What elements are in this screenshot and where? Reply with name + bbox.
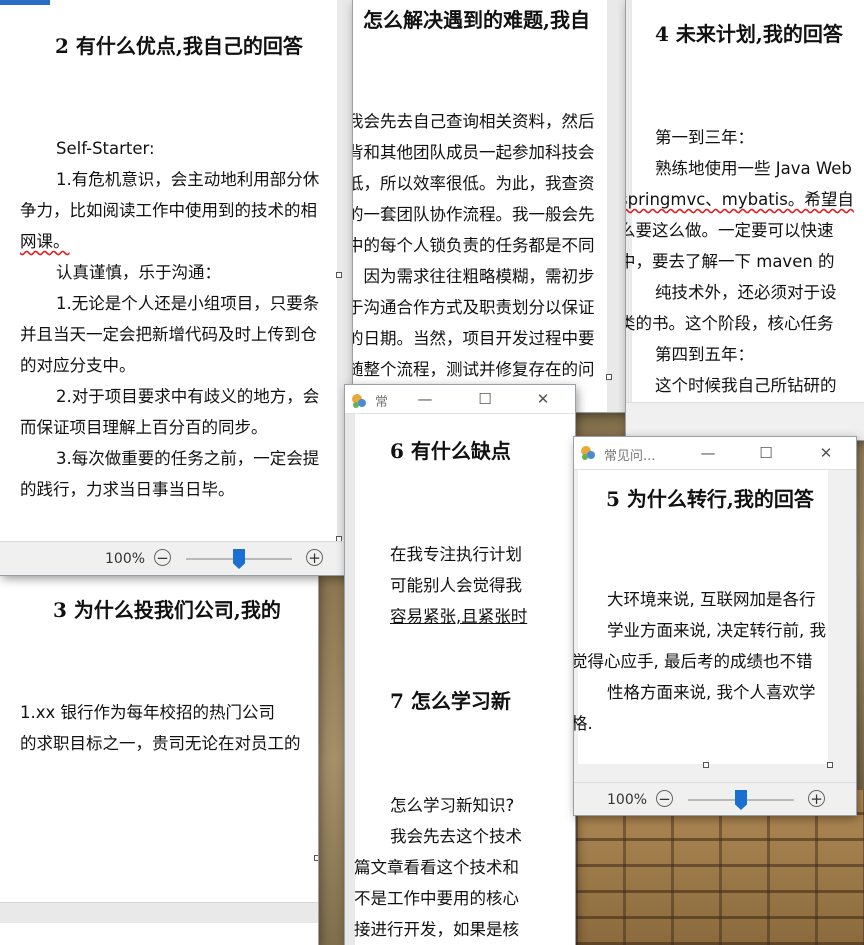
- text-line: 觉得心应手, 最后考的成绩也不错: [574, 652, 813, 671]
- accent-bar: [0, 0, 50, 5]
- text-line: 篇文章看看这个技术和: [354, 858, 519, 877]
- text-line: 争力，比如阅读工作中使用到的技术的相: [20, 201, 317, 220]
- q6-title-bar[interactable]: 常 — ☐ ✕: [345, 385, 575, 414]
- zoom-level: 100%: [607, 792, 648, 808]
- window-title: 常见问...: [604, 449, 656, 464]
- text-line: 背和其他团队成员一起参加科技会: [353, 143, 595, 162]
- resize-handle[interactable]: [703, 762, 709, 768]
- zoom-in-button[interactable]: +: [808, 790, 825, 807]
- text-line: 的对应分支中。: [20, 356, 136, 375]
- text-line: 1.无论是个人还是小组项目，只要条: [56, 294, 320, 313]
- text-line: 第一到三年：: [655, 128, 754, 147]
- note-window-q3[interactable]: 3 为什么投我们公司,我的 1.xx 银行作为每年校招的热门公司的求职目标之一，…: [0, 572, 318, 945]
- text-line: 的求职目标之一，贵司无论在对员工的: [20, 734, 301, 753]
- text-line: ，因为需求往往粗略模糊，需初步: [353, 267, 595, 286]
- resize-handle[interactable]: [314, 855, 318, 861]
- zoom-out-button[interactable]: −: [656, 790, 673, 807]
- text-line: 学业方面来说, 决定转行前, 我: [607, 621, 826, 640]
- resize-handle[interactable]: [606, 374, 612, 380]
- text-line: 这个时候我自己所钻研的: [655, 376, 837, 395]
- text-line: 大环境来说, 互联网加是各行: [607, 590, 816, 609]
- q4-status-bar: +: [626, 402, 864, 440]
- text-line: 1.xx 银行作为每年校招的热门公司: [20, 703, 276, 722]
- resize-handle[interactable]: [336, 272, 342, 278]
- text-line: 类的书。这个阶段，核心任务: [626, 314, 834, 333]
- note-window-difficulty[interactable]: 怎么解决遇到的难题,我自 我会先去自己查询相关资料，然后 背和其他团队成员一起参加…: [353, 0, 630, 412]
- text-line: 网课。: [20, 232, 70, 251]
- text-line: 的一套团队协作流程。我一般会先: [353, 205, 595, 224]
- text-line: 熟练地使用一些 Java Web: [655, 159, 852, 178]
- maximize-icon[interactable]: ☐: [754, 441, 778, 465]
- text-line: 在我专注执行计划: [390, 545, 522, 564]
- text-line: 么要这么做。一定要可以快速: [626, 221, 834, 240]
- text-line: 的践行，力求当日事当日毕。: [20, 480, 235, 499]
- text-line: 中，要去了解一下 maven 的: [626, 252, 835, 271]
- minimize-icon[interactable]: —: [696, 441, 720, 465]
- zoom-slider-thumb[interactable]: [233, 549, 245, 569]
- close-icon[interactable]: ✕: [814, 441, 838, 465]
- zoom-level: 100%: [105, 551, 146, 567]
- maximize-icon[interactable]: ☐: [473, 387, 497, 411]
- window-title: 常: [375, 395, 389, 410]
- zoom-slider-thumb[interactable]: [735, 790, 747, 810]
- q3-heading: 3 为什么投我们公司,我的: [53, 598, 281, 622]
- text-line: 低，所以效率很低。为此，我查资: [353, 174, 595, 193]
- zoom-out-button[interactable]: −: [154, 549, 171, 566]
- text-line: Self-Starter:: [56, 139, 155, 158]
- text-line: 中的每个人锁负责的任务都是不同: [353, 236, 595, 255]
- app-icon: [352, 394, 366, 408]
- difficulty-heading: 怎么解决遇到的难题,我自: [363, 8, 590, 32]
- text-line: 2.对于项目要求中有歧义的地方，会: [56, 387, 320, 406]
- text-line: 不是工作中要用的核心: [354, 889, 519, 908]
- text-line: 并且当天一定会把新增代码及时上传到仓: [20, 325, 317, 344]
- q2-status-bar: 100% − +: [0, 541, 353, 575]
- text-line: 格.: [574, 714, 593, 733]
- note-window-q4[interactable]: 4 未来计划,我的回答 第一到三年： 熟练地使用一些 Java Web spring…: [626, 0, 864, 440]
- close-icon[interactable]: ✕: [531, 387, 555, 411]
- text-line: 而保证项目理解上百分百的同步。: [20, 418, 268, 437]
- q5-status-bar: 100% − +: [574, 782, 856, 815]
- note-window-q5[interactable]: 常见问... — ☐ ✕ 5 为什么转行,我的回答 大环境来说, 互联网加是各行…: [574, 437, 856, 815]
- text-line: 认真谨慎，乐于沟通：: [56, 263, 221, 282]
- q5-title-bar[interactable]: 常见问... — ☐ ✕: [574, 437, 856, 470]
- text-line: 1.有危机意识，会主动地利用部分休: [56, 170, 320, 189]
- note-window-q2[interactable]: 2 有什么优点,我自己的回答 Self-Starter: 1.有危机意识，会主动地…: [0, 0, 353, 575]
- text-line: 怎么学习新知识?: [390, 796, 515, 815]
- note-window-q6-q7[interactable]: 常 — ☐ ✕ 6 有什么缺点 在我专注执行计划 可能别人会觉得我 容易紧张,且紧张…: [345, 385, 575, 945]
- text-line: 于沟通合作方式及职责划分以保证: [353, 298, 595, 317]
- zoom-in-button[interactable]: +: [306, 549, 323, 566]
- text-line: 3.每次做重要的任务之前，一定会提: [56, 449, 320, 468]
- q5-heading: 5 为什么转行,我的回答: [606, 487, 814, 511]
- text-line: 纯技术外，还必须对于设: [655, 283, 837, 302]
- text-line: 接进行开发，如果是核: [354, 920, 519, 939]
- text-line: 我会先去这个技术: [390, 827, 522, 846]
- text-line: 容易紧张,且紧张时: [390, 607, 528, 626]
- minimize-icon[interactable]: —: [413, 387, 437, 411]
- text-line: 随整个流程，测试并修复存在的问: [353, 360, 595, 379]
- q7-heading: 7 怎么学习新: [390, 689, 511, 713]
- resize-handle[interactable]: [827, 762, 833, 768]
- q2-heading: 2 有什么优点,我自己的回答: [55, 34, 303, 58]
- text-line: springmvc、mybatis。希望自: [626, 190, 854, 209]
- text-line: 的日期。当然，项目开发过程中要: [353, 329, 595, 348]
- text-line: 可能别人会觉得我: [390, 576, 522, 595]
- q4-heading: 4 未来计划,我的回答: [655, 22, 843, 46]
- text-line: 我会先去自己查询相关资料，然后: [353, 112, 595, 131]
- text-line: 性格方面来说, 我个人喜欢学: [607, 683, 816, 702]
- q6-heading: 6 有什么缺点: [390, 439, 511, 463]
- q3-scroll-region[interactable]: [0, 902, 318, 923]
- app-icon: [581, 446, 595, 460]
- text-line: 第四到五年：: [655, 345, 754, 364]
